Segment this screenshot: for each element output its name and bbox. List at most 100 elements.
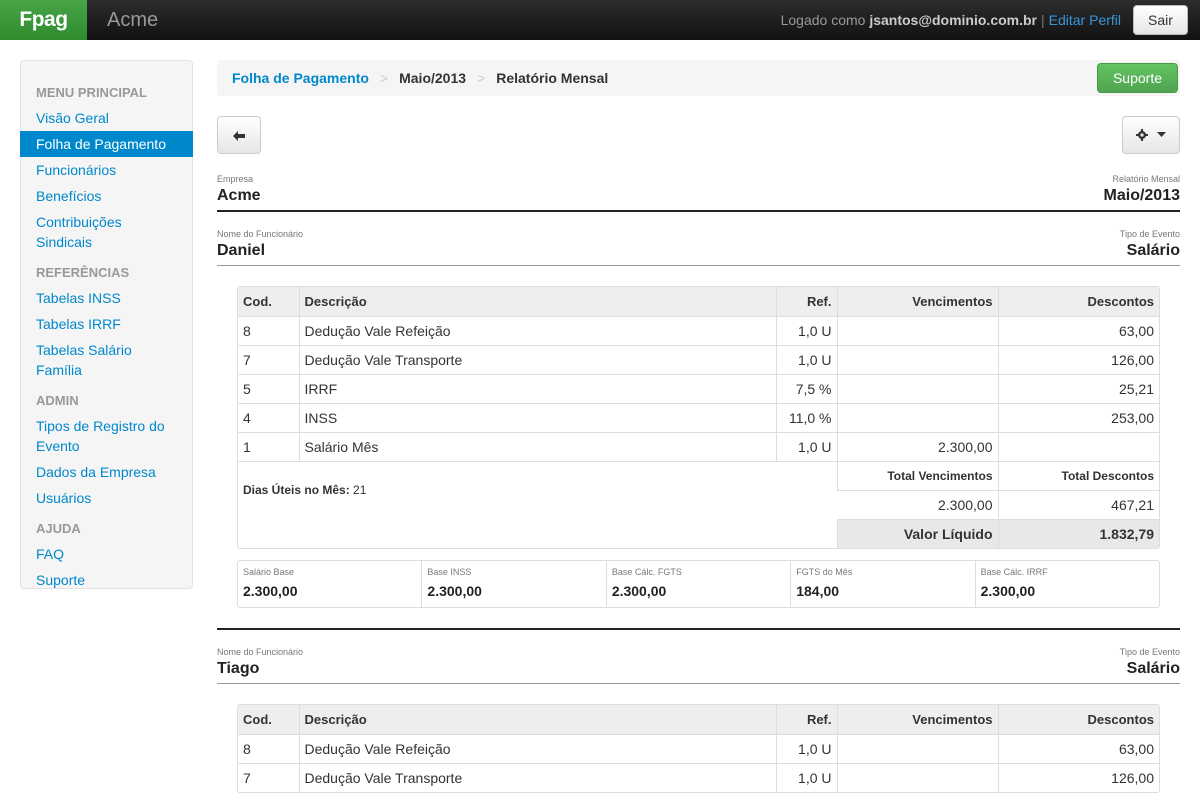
edit-profile-link[interactable]: Editar Perfil [1049,12,1121,28]
cell-desc: Salário Mês [298,431,776,461]
employee-header: Nome do Funcionário Tiago Tipo de Evento… [217,647,1180,687]
sidebar-header-admin: ADMIN [36,393,79,408]
col-vencimentos: Vencimentos [836,705,998,734]
sidebar: MENU PRINCIPAL Visão Geral Folha de Paga… [20,60,193,589]
top-navbar: Fpag Acme Logado como jsantos@dominio.co… [0,0,1200,40]
sidebar-item-tipos-de-registro[interactable]: Tipos de Registro do Evento [21,413,192,459]
cell-cod: 5 [238,373,299,403]
brand-logo[interactable]: Fpag [0,0,87,40]
cell-disc: 253,00 [997,402,1159,432]
cell-disc [997,431,1159,461]
total-descontos: 467,21 [997,489,1159,519]
col-descricao: Descrição [298,705,776,734]
breadcrumb-divider: > [379,70,389,86]
back-button[interactable] [217,116,261,154]
employee-name-label: Nome do Funcionário [217,229,304,239]
total-vencimentos-label: Total Vencimentos [836,460,998,490]
sidebar-item-usuarios[interactable]: Usuários [21,485,192,511]
nav-separator: | [1041,12,1045,28]
base-fgts: Base Cálc. FGTS 2.300,00 [605,561,790,607]
event-type-label: Tipo de Evento [1119,647,1180,657]
base-inss: Base INSS 2.300,00 [421,561,605,607]
breadcrumb-current: Relatório Mensal [496,70,609,86]
cell-ref: 1,0 U [775,762,837,792]
work-days-value: 21 [353,483,367,498]
cell-disc: 126,00 [997,762,1159,792]
cell-ref: 7,5 % [775,373,837,403]
sidebar-header-referencias: REFERÊNCIAS [36,265,130,280]
sidebar-item-contribuicoes-sindicais[interactable]: Contribuições Sindicais [21,209,192,255]
user-email: jsantos@dominio.com.br [869,12,1037,28]
cell-cod: 1 [238,431,299,461]
sidebar-header-ajuda: AJUDA [36,521,81,536]
breadcrumb-period: Maio/2013 [399,70,467,86]
breadcrumb-divider: > [477,70,486,86]
cell-cod: 8 [238,733,299,763]
cell-venc [836,733,998,763]
sidebar-item-faq[interactable]: FAQ [21,541,192,567]
cell-desc: Dedução Vale Transporte [298,762,776,792]
base-value: 184,00 [796,583,840,599]
logout-button[interactable]: Sair [1133,5,1188,35]
main-content: Folha de Pagamento > Maio/2013 > Relatór… [217,60,1180,793]
base-value: 2.300,00 [243,583,298,599]
col-ref: Ref. [775,705,837,734]
base-label: FGTS do Mês [796,567,853,577]
cell-disc: 126,00 [997,344,1159,374]
sidebar-item-dados-da-empresa[interactable]: Dados da Empresa [21,459,192,485]
totals-label-row: Dias Úteis no Mês: 21 Total Vencimentos … [238,460,1159,519]
total-vencimentos: 2.300,00 [837,489,998,519]
net-value: 1.832,79 [997,518,1159,548]
total-descontos-label: Total Descontos [997,460,1159,490]
employee-name: Daniel [217,242,266,259]
event-type-label: Tipo de Evento [1119,229,1180,239]
report-period: Maio/2013 [1103,187,1180,204]
sidebar-item-tabelas-inss[interactable]: Tabelas INSS [21,285,192,311]
base-value: 2.300,00 [980,583,1036,599]
caret-down-icon [1156,132,1166,137]
table-header-row: Cod. Descrição Ref. Vencimentos Desconto… [238,705,1159,734]
sidebar-item-beneficios[interactable]: Benefícios [21,183,192,209]
col-descontos: Descontos [997,287,1159,316]
fgts-mes: FGTS do Mês 184,00 [790,561,974,607]
table-row: 7 Dedução Vale Transporte 1,0 U 126,00 [238,762,1159,792]
event-type: Salário [1126,242,1180,259]
table-row: 1 Salário Mês 1,0 U 2.300,00 [238,431,1159,461]
net-value-row: Valor Líquido 1.832,79 [238,518,1159,548]
cell-venc [836,762,998,792]
employee-name: Tiago [217,660,260,677]
settings-dropdown-button[interactable] [1122,116,1180,154]
sidebar-item-funcionarios[interactable]: Funcionários [21,157,192,183]
cell-disc: 63,00 [997,315,1159,345]
col-ref: Ref. [775,287,837,316]
divider [217,628,1180,630]
cell-desc: INSS [298,402,776,432]
sidebar-item-folha-de-pagamento[interactable]: Folha de Pagamento [20,131,193,157]
breadcrumb-folha-de-pagamento[interactable]: Folha de Pagamento [232,70,369,86]
gear-icon [1136,129,1149,141]
company-label: Empresa [217,174,254,184]
base-value: 2.300,00 [427,583,482,599]
base-label: Base INSS [427,567,472,577]
base-irrf: Base Cálc. IRRF 2.300,00 [974,561,1159,607]
cell-ref: 1,0 U [775,431,837,461]
sidebar-item-visao-geral[interactable]: Visão Geral [21,105,192,131]
table-row: 8 Dedução Vale Refeição 1,0 U 63,00 [238,315,1159,345]
toolbar [217,116,1180,154]
cell-desc: Dedução Vale Refeição [298,733,776,763]
employee-header: Nome do Funcionário Daniel Tipo de Event… [217,229,1180,269]
col-vencimentos: Vencimentos [836,287,998,316]
work-days: Dias Úteis no Mês: 21 [238,460,837,519]
support-button[interactable]: Suporte [1097,63,1178,93]
cell-disc: 63,00 [997,733,1159,763]
bases-panel: Salário Base 2.300,00 Base INSS 2.300,00… [237,560,1160,608]
net-value-label: Valor Líquido [836,518,998,548]
sidebar-item-suporte[interactable]: Suporte [21,567,192,593]
sidebar-item-tabelas-salario-familia[interactable]: Tabelas Salário Família [21,337,192,383]
cell-cod: 7 [238,762,299,792]
cell-venc [836,344,998,374]
sidebar-item-tabelas-irrf[interactable]: Tabelas IRRF [21,311,192,337]
login-status: Logado como jsantos@dominio.com.br [781,12,1037,28]
cell-cod: 7 [238,344,299,374]
cell-venc [836,402,998,432]
